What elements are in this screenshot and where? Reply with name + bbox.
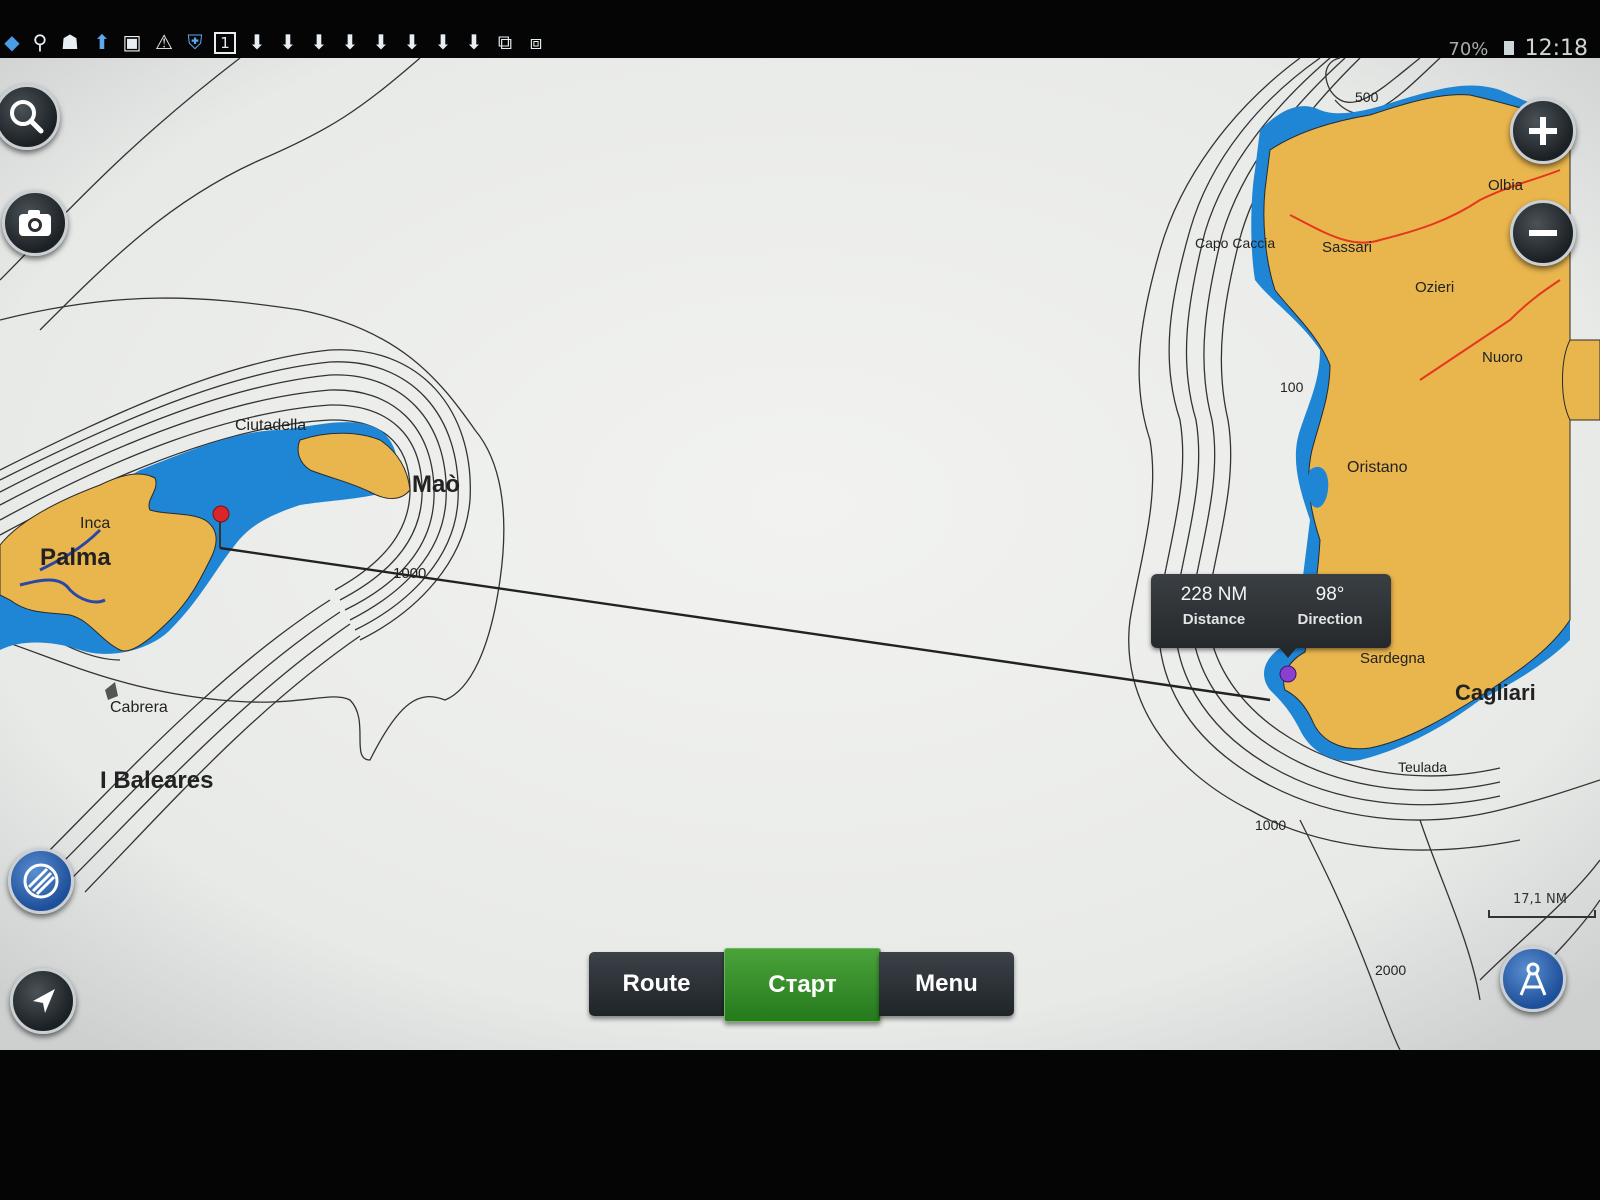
route-button[interactable]: Route xyxy=(589,952,724,1016)
label-inca: Inca xyxy=(80,515,110,532)
label-capo-caccia: Capo Caccia xyxy=(1195,235,1275,251)
chart-plotter-screen: Palma Inca Ciutadella Maò Cabrera I Bale… xyxy=(0,0,1600,1200)
zoom-in-button[interactable] xyxy=(1510,98,1576,164)
warning-icon: ⚠ xyxy=(155,30,173,54)
search-icon xyxy=(10,100,44,134)
label-cabrera: Cabrera xyxy=(110,699,168,716)
label-nuoro: Nuoro xyxy=(1482,349,1523,366)
download-icon: ⬇ xyxy=(434,30,452,54)
label-palma: Palma xyxy=(40,544,111,571)
compass-button[interactable] xyxy=(1500,946,1566,1012)
photo-upload-icon: ⧈ xyxy=(529,30,543,54)
screenshot-icon: ▣ xyxy=(122,30,142,54)
status-right: 70% 12:18 xyxy=(1448,36,1588,61)
callout-pointer xyxy=(1278,646,1298,658)
label-depth-1000-west: 1000 xyxy=(393,565,426,582)
direction-value: 98° xyxy=(1315,584,1345,605)
camera-upload-icon: ⧉ xyxy=(497,30,513,54)
start-button[interactable]: Старт xyxy=(724,948,881,1022)
scale-label: 17,1 NM xyxy=(1512,892,1568,907)
distance-value: 228 NM xyxy=(1180,584,1248,605)
download-icon: ⬇ xyxy=(248,30,266,54)
label-olbia: Olbia xyxy=(1488,177,1524,194)
label-depth-2000: 2000 xyxy=(1375,962,1406,978)
label-sassari: Sassari xyxy=(1322,239,1372,256)
zoom-out-icon xyxy=(1529,230,1557,236)
download-icon: ⬇ xyxy=(341,30,359,54)
layers-button[interactable] xyxy=(8,848,74,914)
label-ozieri: Ozieri xyxy=(1415,279,1454,296)
label-depth-500: 500 xyxy=(1355,89,1379,105)
download-icon: ⬇ xyxy=(279,30,297,54)
download-icon: ⬇ xyxy=(372,30,390,54)
upload-icon: ⬆ xyxy=(93,30,111,54)
label-ciutadella: Ciutadella xyxy=(235,417,306,434)
bottom-toolbar: Route Старт Menu xyxy=(589,948,1014,1022)
direction-block: 98° Direction xyxy=(1271,582,1389,632)
scale-bar xyxy=(1488,910,1596,918)
measure-callout: 228 NM Distance 98° Direction xyxy=(1151,574,1391,648)
direction-label: Direction xyxy=(1297,611,1363,628)
compass-icon xyxy=(1519,962,1547,996)
shield-icon: ⛨ xyxy=(187,30,203,54)
navigation-button[interactable] xyxy=(10,968,76,1034)
label-baleares: I Baleares xyxy=(100,767,213,794)
download-icon: ⬇ xyxy=(465,30,483,54)
label-oristano: Oristano xyxy=(1347,459,1408,476)
zoom-in-icon xyxy=(1529,117,1557,145)
zoom-out-button[interactable] xyxy=(1510,200,1576,266)
battery-level: 70% xyxy=(1448,39,1489,60)
map-bottom-dark xyxy=(0,1050,1600,1200)
label-mao: Maò xyxy=(412,471,460,498)
android-icon: ☗ xyxy=(61,30,79,54)
camera-icon xyxy=(19,210,51,236)
app-icon: ◆ xyxy=(4,30,20,54)
label-depth-100: 100 xyxy=(1280,379,1304,395)
download-icon: ⬇ xyxy=(403,30,421,54)
label-teulada: Teulada xyxy=(1398,759,1447,775)
camera-button[interactable] xyxy=(2,190,68,256)
navigation-arrow-icon xyxy=(33,989,55,1013)
search-button[interactable] xyxy=(0,84,60,150)
distance-label: Distance xyxy=(1182,611,1246,628)
distance-block: 228 NM Distance xyxy=(1155,582,1273,632)
end-pin-icon xyxy=(1279,665,1297,683)
battery-icon xyxy=(1503,41,1514,55)
label-cagliari: Cagliari xyxy=(1455,680,1536,705)
clock: 12:18 xyxy=(1524,36,1588,61)
location-pin-icon: ⚲ xyxy=(32,30,48,54)
label-depth-1000-east: 1000 xyxy=(1255,817,1286,833)
menu-button[interactable]: Menu xyxy=(879,952,1014,1016)
download-icon: ⬇ xyxy=(310,30,328,54)
corsica-edge xyxy=(1562,339,1600,421)
layers-icon xyxy=(23,863,59,899)
label-sardegna: Sardegna xyxy=(1360,650,1426,667)
status-bar: ◆ ⚲ ☗ ⬆ ▣ ⚠ ⛨ 1 ⬇ ⬇ ⬇ ⬇ ⬇ ⬇ ⬇ ⬇ ⧉ ⧈ xyxy=(0,28,1600,64)
calendar-icon: 1 xyxy=(214,32,236,54)
start-pin-icon xyxy=(212,505,230,523)
